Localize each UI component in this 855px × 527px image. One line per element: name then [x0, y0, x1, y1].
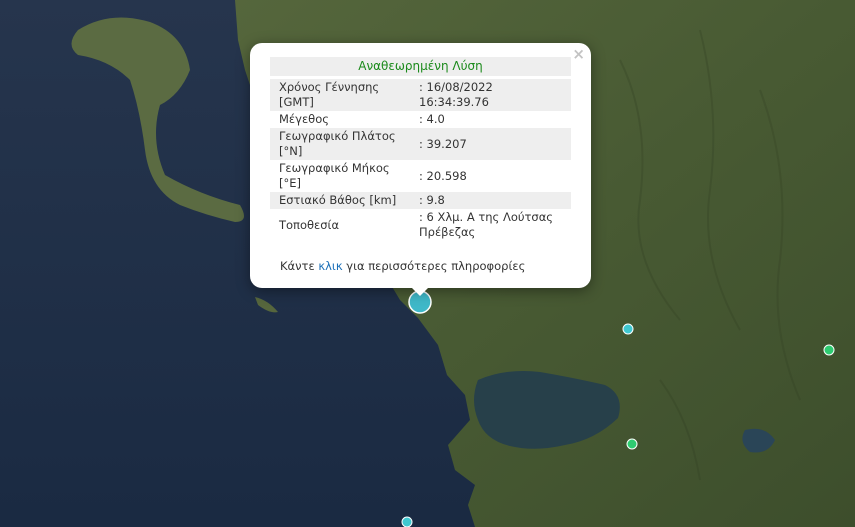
- table-row: Τοποθεσία : 6 Χλμ. Α της Λούτσας Πρέβεζα…: [270, 209, 571, 241]
- footer-text-before: Κάντε: [280, 259, 319, 273]
- earthquake-marker[interactable]: [823, 344, 835, 356]
- longitude-value: : 20.598: [419, 168, 467, 183]
- popup-title: Αναθεωρημένη Λύση: [270, 57, 571, 76]
- longitude-label: Γεωγραφικό Μήκος [°E]: [279, 161, 390, 190]
- latitude-label: Γεωγραφικό Πλάτος [°N]: [270, 128, 410, 160]
- earthquake-marker[interactable]: [626, 438, 638, 450]
- magnitude-label: Μέγεθος: [279, 112, 329, 126]
- earthquake-marker[interactable]: [401, 516, 413, 527]
- earthquake-marker[interactable]: [622, 323, 634, 335]
- table-row: Χρόνος Γέννησης [GMT] : 16/08/2022 16:34…: [270, 79, 571, 111]
- latitude-value: : 39.207: [410, 128, 571, 160]
- earthquake-info-popup: × Αναθεωρημένη Λύση Χρόνος Γέννησης [GMT…: [250, 43, 591, 288]
- popup-pointer: [410, 286, 430, 296]
- origin-time-label: Χρόνος Γέννησης [GMT]: [270, 79, 410, 111]
- table-row: Γεωγραφικό Μήκος [°E] : 20.598: [270, 160, 571, 192]
- location-value: : 6 Χλμ. Α της Λούτσας Πρέβεζας: [419, 210, 554, 239]
- more-info-text: Κάντε κλικ για περισσότερες πληροφορίες: [280, 259, 525, 273]
- footer-text-after: για περισσότερες πληροφορίες: [342, 259, 526, 273]
- close-icon[interactable]: ×: [572, 45, 585, 63]
- depth-label: Εστιακό Βάθος [km]: [270, 192, 410, 209]
- origin-time-value: : 16/08/2022 16:34:39.76: [410, 79, 571, 111]
- table-row: Γεωγραφικό Πλάτος [°N] : 39.207: [270, 128, 571, 160]
- table-row: Εστιακό Βάθος [km] : 9.8: [270, 192, 571, 209]
- table-row: Μέγεθος : 4.0: [270, 111, 571, 128]
- magnitude-value: : 4.0: [419, 112, 445, 126]
- depth-value: : 9.8: [410, 192, 571, 209]
- location-label: Τοποθεσία: [279, 217, 340, 232]
- earthquake-details-table: Χρόνος Γέννησης [GMT] : 16/08/2022 16:34…: [270, 79, 571, 241]
- more-info-link[interactable]: κλικ: [318, 259, 342, 273]
